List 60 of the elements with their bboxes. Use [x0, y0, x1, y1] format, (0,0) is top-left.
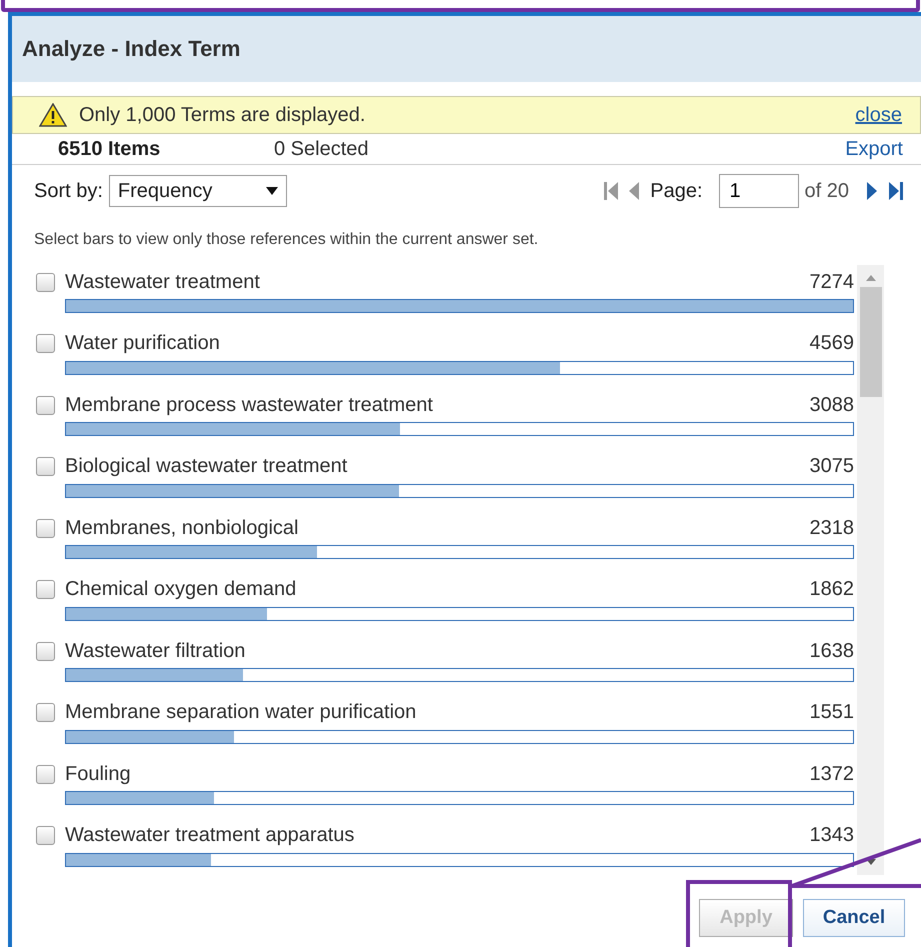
term-label: Membrane separation water purification: [65, 701, 418, 724]
term-count: 4569: [810, 332, 854, 355]
frequency-bar[interactable]: [65, 545, 854, 559]
first-page-icon[interactable]: [602, 180, 620, 202]
frequency-bar[interactable]: [65, 606, 854, 620]
frequency-bar[interactable]: [65, 360, 854, 374]
hint-text: Select bars to view only those references within the current answer set.: [33, 230, 540, 250]
frequency-bar[interactable]: [65, 730, 854, 744]
term-count: 7274: [810, 270, 854, 294]
page-label: Page:: [650, 180, 703, 202]
notice-text: Only 1,000 Terms are displayed.: [79, 104, 366, 126]
term-checkbox[interactable]: [36, 518, 55, 538]
close-link[interactable]: close: [855, 104, 902, 126]
scrollbar[interactable]: [857, 265, 884, 875]
term-checkbox[interactable]: [36, 272, 55, 292]
scroll-up-icon[interactable]: [866, 275, 876, 281]
term-label: Water purification: [65, 332, 221, 355]
frequency-bar[interactable]: [65, 668, 854, 682]
dialog-title: Analyze - Index Term: [22, 36, 240, 62]
frequency-bar[interactable]: [65, 852, 854, 866]
term-checkbox[interactable]: [36, 396, 55, 414]
term-checkbox[interactable]: [36, 457, 55, 476]
frequency-bar[interactable]: [65, 484, 854, 498]
term-label: Membrane process wastewater treatment: [65, 394, 434, 416]
term-label: Wastewater treatment: [65, 270, 261, 294]
last-page-icon[interactable]: [887, 180, 905, 202]
term-label: Wastewater treatment apparatus: [65, 824, 356, 847]
term-checkbox[interactable]: [36, 642, 55, 660]
term-label: Membranes, nonbiological: [65, 516, 300, 540]
scrollbar-thumb[interactable]: [860, 287, 882, 397]
term-label: Fouling: [65, 762, 132, 786]
term-count: 1862: [810, 578, 854, 601]
sort-label: Sort by:: [34, 180, 103, 202]
frequency-bar[interactable]: [65, 422, 854, 436]
selected-count: 0 Selected: [274, 138, 370, 160]
term-count: 3088: [810, 394, 854, 416]
page-field[interactable]: 1: [718, 174, 799, 208]
warning-icon: [39, 103, 67, 127]
term-checkbox[interactable]: [36, 826, 55, 845]
term-checkbox[interactable]: [36, 334, 55, 353]
term-count: 1638: [810, 640, 854, 662]
term-count: 2318: [810, 516, 854, 540]
term-label: Wastewater filtration: [65, 640, 246, 662]
cancel-button[interactable]: Cancel: [803, 899, 905, 937]
term-label: Biological wastewater treatment: [65, 455, 348, 478]
term-checkbox[interactable]: [36, 764, 55, 784]
term-count: 1372: [810, 762, 854, 786]
term-count: 1343: [810, 824, 854, 847]
term-count: 1551: [810, 701, 854, 724]
term-label: Chemical oxygen demand: [65, 578, 298, 601]
item-count: 6510 Items: [58, 138, 162, 160]
term-count: 3075: [810, 455, 854, 478]
term-checkbox[interactable]: [36, 703, 55, 722]
frequency-bar[interactable]: [65, 791, 854, 805]
sort-dropdown[interactable]: Frequency: [108, 175, 287, 207]
export-link[interactable]: Export: [845, 138, 903, 160]
caret-icon: [266, 187, 278, 195]
term-checkbox[interactable]: [36, 580, 55, 599]
scroll-down-icon[interactable]: [866, 859, 876, 865]
page-total: of 20: [804, 180, 849, 202]
